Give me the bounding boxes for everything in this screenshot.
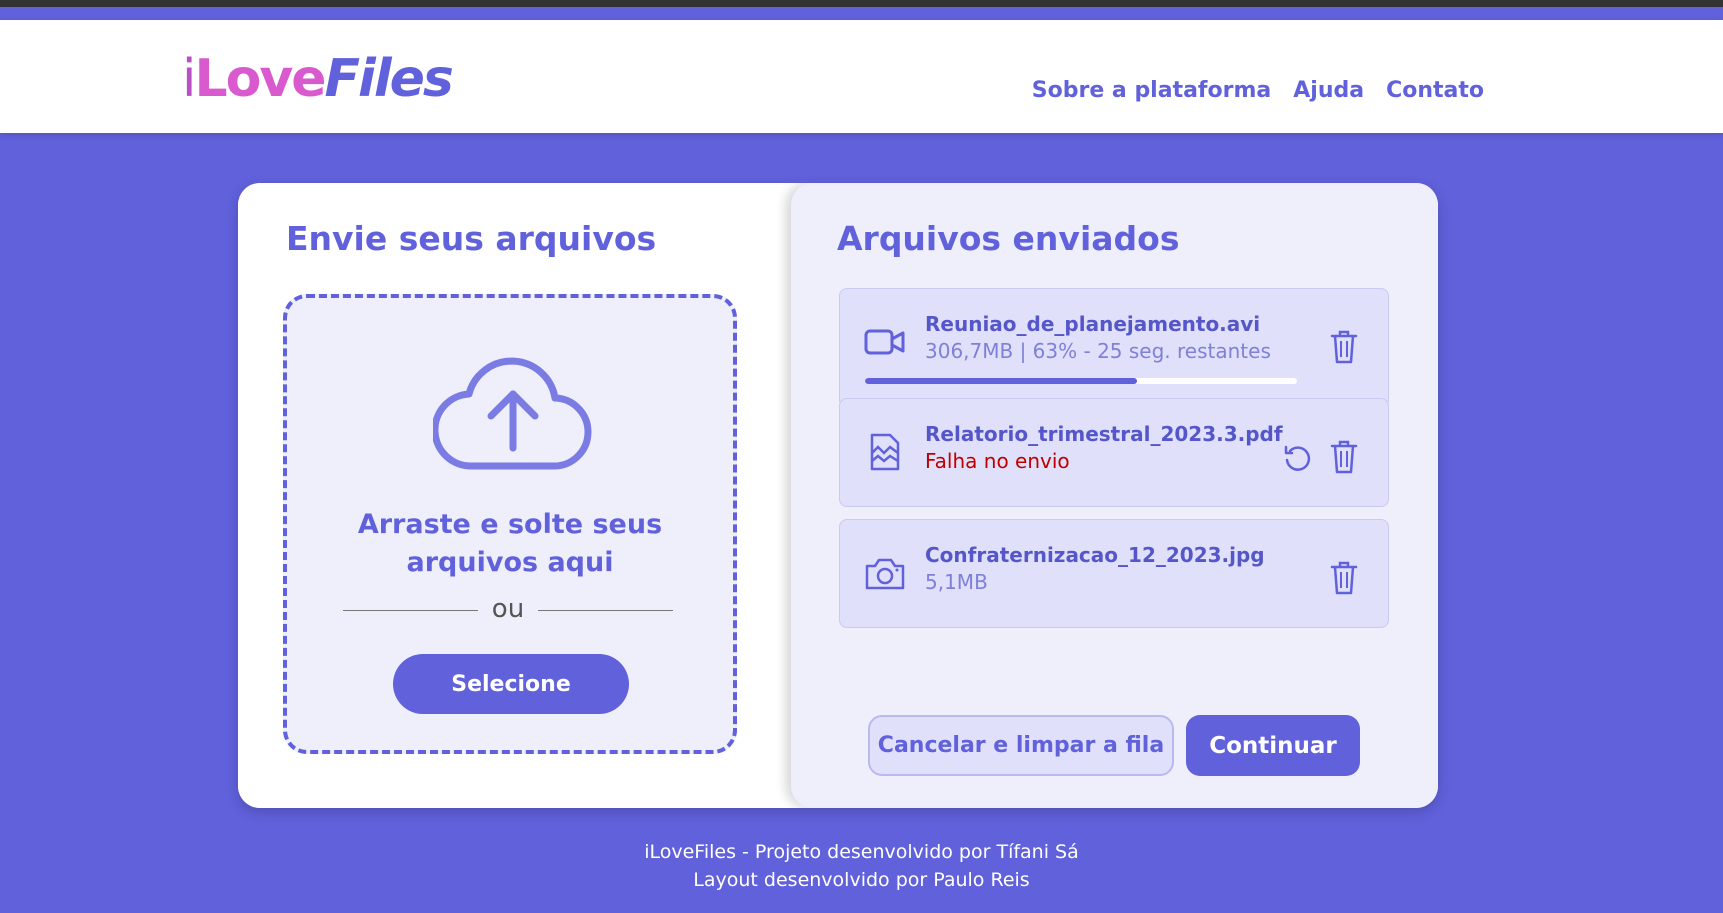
sent-files-panel: Arquivos enviados Reuniao_de_planejament… bbox=[791, 183, 1438, 808]
divider-line-right bbox=[538, 610, 673, 611]
nav-link-ajuda[interactable]: Ajuda bbox=[1293, 78, 1364, 103]
select-files-button[interactable]: Selecione bbox=[393, 654, 629, 714]
top-accent-bar bbox=[0, 7, 1723, 20]
upload-progress-fill bbox=[865, 378, 1138, 384]
browser-top-bar bbox=[0, 0, 1723, 7]
continue-button[interactable]: Continuar bbox=[1186, 715, 1360, 776]
logo-part-i: i bbox=[182, 49, 197, 109]
sent-files-title: Arquivos enviados bbox=[837, 219, 1180, 258]
or-text: ou bbox=[491, 594, 525, 624]
upload-progress-bar bbox=[865, 378, 1297, 384]
upload-title: Envie seus arquivos bbox=[286, 219, 657, 258]
file-item: Relatorio_trimestral_2023.3.pdf Falha no… bbox=[839, 398, 1389, 507]
upload-card: Envie seus arquivos Arraste e solte seus… bbox=[238, 183, 1438, 808]
drop-instructions: Arraste e solte seus arquivos aqui bbox=[287, 506, 733, 582]
logo[interactable]: iLoveFiles bbox=[182, 48, 454, 110]
file-meta: 306,7MB | 63% - 25 seg. restantes bbox=[925, 339, 1271, 363]
drop-text-line1: Arraste e solte seus bbox=[357, 509, 663, 540]
file-name: Confraternizacao_12_2023.jpg bbox=[925, 543, 1265, 567]
footer-credit-layout: Layout desenvolvido por Paulo Reis bbox=[693, 869, 1030, 891]
site-footer: iLoveFiles - Projeto desenvolvido por Tí… bbox=[0, 838, 1723, 894]
upload-error-text: Falha no envio bbox=[925, 449, 1070, 473]
site-header: iLoveFiles Sobre a plataforma Ajuda Cont… bbox=[0, 20, 1723, 133]
file-name: Relatorio_trimestral_2023.3.pdf bbox=[925, 422, 1283, 446]
nav-link-sobre[interactable]: Sobre a plataforma bbox=[1032, 78, 1271, 103]
broken-document-icon bbox=[870, 433, 900, 471]
dropzone[interactable]: Arraste e solte seus arquivos aqui ou Se… bbox=[283, 294, 737, 754]
retry-icon[interactable] bbox=[1282, 443, 1312, 473]
trash-icon[interactable] bbox=[1330, 439, 1358, 475]
logo-part-love: Love bbox=[194, 49, 326, 109]
footer-credit-project: iLoveFiles - Projeto desenvolvido por Tí… bbox=[644, 841, 1079, 863]
cloud-upload-icon bbox=[433, 357, 592, 470]
nav-link-contato[interactable]: Contato bbox=[1386, 78, 1484, 103]
file-name: Reuniao_de_planejamento.avi bbox=[925, 312, 1261, 336]
video-camera-icon bbox=[864, 329, 905, 355]
file-item: Confraternizacao_12_2023.jpg 5,1MB bbox=[839, 519, 1389, 628]
upload-panel: Envie seus arquivos Arraste e solte seus… bbox=[238, 183, 791, 808]
or-divider: ou bbox=[343, 594, 673, 624]
main-nav: Sobre a plataforma Ajuda Contato bbox=[1032, 78, 1484, 103]
logo-part-files: Files bbox=[324, 49, 453, 109]
trash-icon[interactable] bbox=[1330, 560, 1358, 596]
drop-text-line2: arquivos aqui bbox=[406, 547, 614, 578]
photo-camera-icon bbox=[865, 558, 905, 590]
file-item: Reuniao_de_planejamento.avi 306,7MB | 63… bbox=[839, 288, 1389, 408]
trash-icon[interactable] bbox=[1330, 329, 1358, 365]
cancel-clear-queue-button[interactable]: Cancelar e limpar a fila bbox=[868, 715, 1174, 776]
file-meta: 5,1MB bbox=[925, 570, 988, 594]
